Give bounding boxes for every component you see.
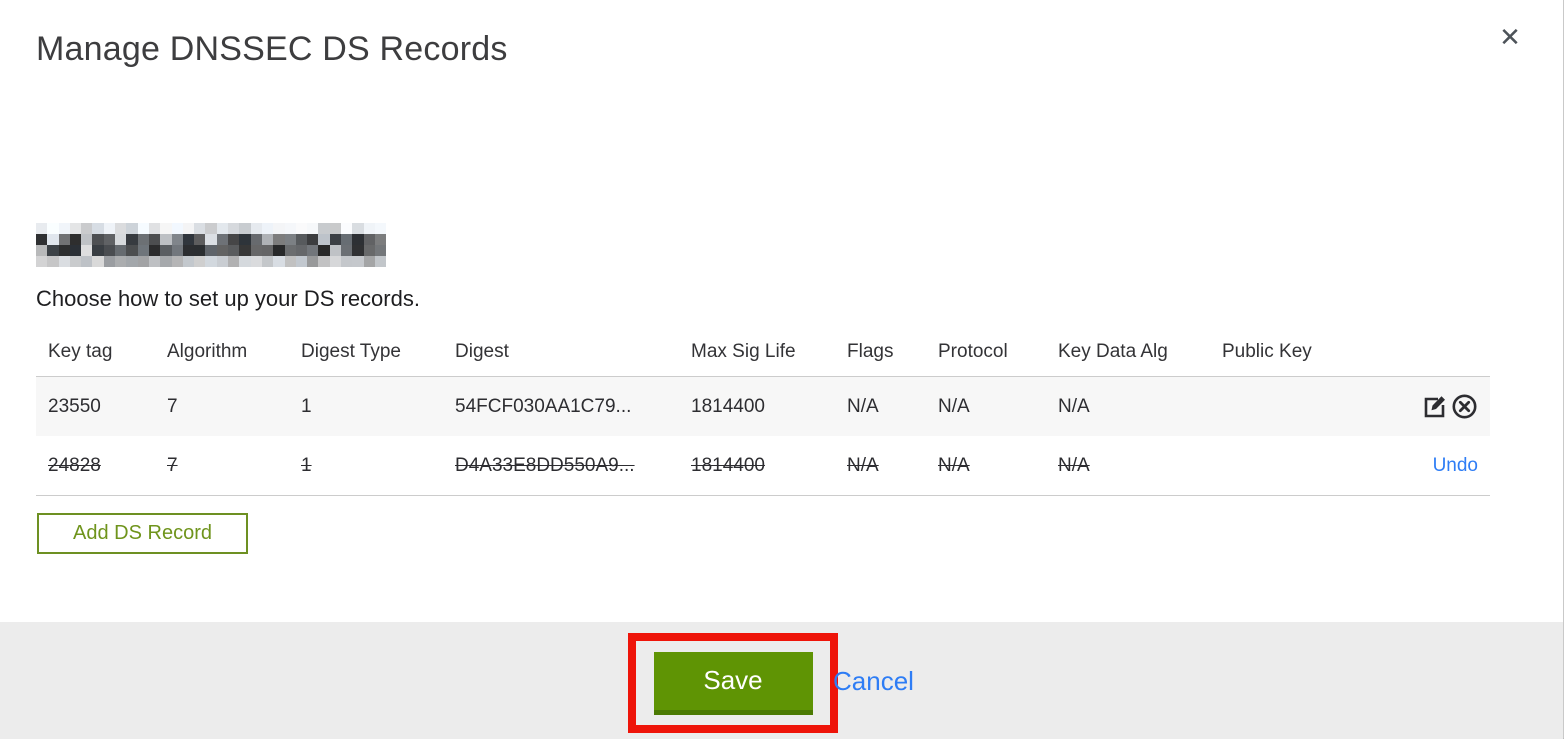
col-header-digest: Digest	[455, 341, 509, 362]
cell-digest-type: 1	[301, 454, 312, 476]
page-title: Manage DNSSEC DS Records	[36, 30, 508, 68]
cancel-link[interactable]: Cancel	[833, 666, 914, 697]
table-header-row: Key tag Algorithm Digest Type Digest Max…	[36, 328, 1490, 376]
cell-digest: D4A33E8DD550A9...	[455, 454, 635, 476]
instruction-text: Choose how to set up your DS records.	[36, 286, 420, 311]
row-actions: Undo	[1362, 455, 1490, 477]
col-header-flags: Flags	[847, 341, 894, 362]
cell-key-data-alg: N/A	[1058, 395, 1090, 417]
cell-protocol: N/A	[938, 395, 970, 417]
col-header-algorithm: Algorithm	[167, 341, 248, 362]
cell-max-sig-life: 1814400	[691, 454, 765, 476]
col-header-protocol: Protocol	[938, 341, 1008, 362]
row-actions	[1362, 393, 1490, 420]
cell-digest-type: 1	[301, 395, 312, 417]
table-row-deleted: 24828 7 1 D4A33E8DD550A9... 1814400 N/A …	[36, 436, 1490, 496]
cell-digest: 54FCF030AA1C79...	[455, 395, 632, 417]
cell-key-tag: 24828	[48, 454, 101, 476]
cell-algorithm: 7	[167, 395, 178, 417]
ds-records-table: Key tag Algorithm Digest Type Digest Max…	[36, 328, 1490, 496]
cell-flags: N/A	[847, 395, 879, 417]
col-header-public-key: Public Key	[1222, 341, 1312, 362]
col-header-key-tag: Key tag	[48, 341, 113, 362]
pencil-square-icon	[1424, 396, 1445, 418]
edit-record-icon[interactable]	[1421, 393, 1448, 420]
add-ds-record-button[interactable]: Add DS Record	[37, 513, 248, 554]
save-button[interactable]: Save	[653, 651, 813, 715]
close-icon[interactable]: ✕	[1493, 20, 1527, 54]
undo-link[interactable]: Undo	[1433, 455, 1478, 477]
col-header-digest-type: Digest Type	[301, 341, 401, 362]
redacted-domain-name	[36, 223, 386, 267]
cell-key-data-alg: N/A	[1058, 454, 1090, 476]
delete-record-icon[interactable]	[1451, 393, 1478, 420]
cell-key-tag: 23550	[48, 395, 101, 417]
cell-flags: N/A	[847, 454, 879, 476]
table-row: 23550 7 1 54FCF030AA1C79... 1814400 N/A …	[36, 376, 1490, 436]
cell-protocol: N/A	[938, 454, 970, 476]
cell-algorithm: 7	[167, 454, 178, 476]
col-header-max-sig-life: Max Sig Life	[691, 341, 796, 362]
red-highlight-annotation: Save	[628, 633, 838, 733]
x-circle-icon	[1452, 394, 1477, 419]
col-header-key-data-alg: Key Data Alg	[1058, 341, 1168, 362]
cell-max-sig-life: 1814400	[691, 395, 765, 417]
modal-footer: Save Cancel	[0, 622, 1563, 739]
manage-dnssec-modal: Manage DNSSEC DS Records ✕ Choose how to…	[0, 0, 1564, 739]
